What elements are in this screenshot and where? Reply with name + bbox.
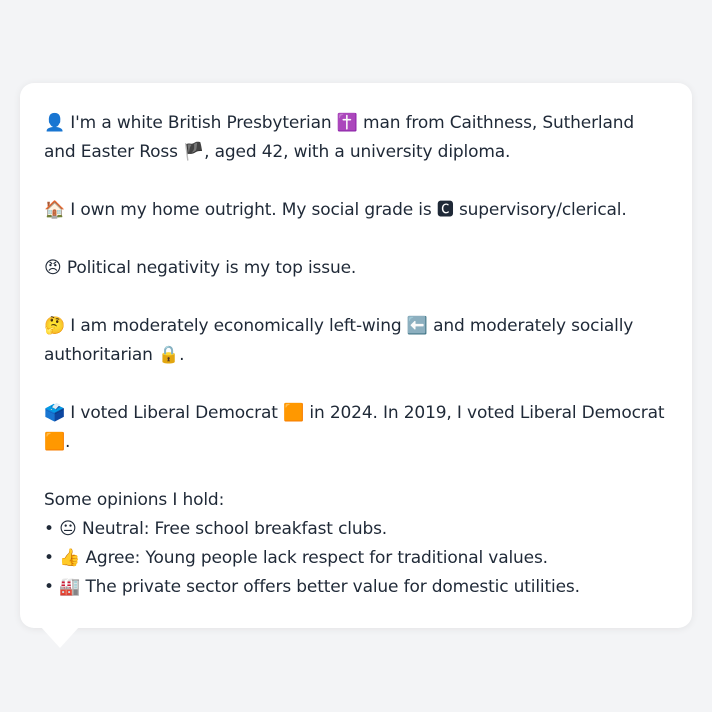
- orange-square-icon: 🟧: [44, 432, 66, 452]
- opinion-text: Neutral: Free school breakfast clubs.: [82, 519, 388, 539]
- opinion-text: The private sector offers better value f…: [85, 577, 580, 597]
- bubble-tail: [40, 626, 80, 648]
- angry-face-icon: 😠: [44, 258, 62, 278]
- home-paragraph: 🏠 I own my home outright. My social grad…: [44, 196, 668, 225]
- list-item: • 👍 Agree: Young people lack respect for…: [44, 544, 668, 573]
- ballot-box-icon: 🗳️: [44, 403, 66, 423]
- message-bubble: 👤 I'm a white British Presbyterian ✝️ ma…: [20, 83, 692, 628]
- votes-text-b: in 2024. In 2019, I voted Liberal Democr…: [309, 403, 665, 423]
- left-arrow-icon: ⬅️: [406, 316, 428, 336]
- home-text-b: supervisory/clerical.: [458, 200, 627, 220]
- home-text-a: I own my home outright. My social grade …: [70, 200, 432, 220]
- person-icon: 👤: [44, 113, 66, 133]
- issue-text: Political negativity is my top issue.: [66, 258, 357, 278]
- thinking-face-icon: 🤔: [44, 316, 66, 336]
- opinions-heading: Some opinions I hold:: [44, 490, 225, 510]
- bullet: •: [44, 577, 54, 597]
- lock-icon: 🔒: [158, 345, 180, 365]
- ideology-paragraph: 🤔 I am moderately economically left-wing…: [44, 312, 668, 370]
- neutral-face-icon: 😐: [59, 519, 77, 539]
- identity-text-a: I'm a white British Presbyterian: [70, 113, 332, 133]
- ideology-text-a: I am moderately economically left-wing: [70, 316, 402, 336]
- grade-c-icon: 🅲: [436, 200, 454, 220]
- votes-text-a: I voted Liberal Democrat: [70, 403, 278, 423]
- bullet: •: [44, 519, 54, 539]
- votes-text-c: .: [65, 432, 71, 452]
- orange-square-icon: 🟧: [283, 403, 305, 423]
- ideology-text-c: .: [179, 345, 185, 365]
- opinion-text: Agree: Young people lack respect for tra…: [85, 548, 548, 568]
- house-icon: 🏠: [44, 200, 66, 220]
- votes-paragraph: 🗳️ I voted Liberal Democrat 🟧 in 2024. I…: [44, 399, 668, 457]
- scotland-flag-icon: 🏴: [183, 142, 205, 162]
- list-item: • 😐 Neutral: Free school breakfast clubs…: [44, 515, 668, 544]
- identity-paragraph: 👤 I'm a white British Presbyterian ✝️ ma…: [44, 109, 668, 167]
- bullet: •: [44, 548, 54, 568]
- list-item: • 🏭 The private sector offers better val…: [44, 573, 668, 602]
- cross-icon: ✝️: [336, 113, 358, 133]
- opinions-section: Some opinions I hold: • 😐 Neutral: Free …: [44, 486, 668, 602]
- thumbs-up-icon: 👍: [59, 548, 81, 568]
- identity-text-c: , aged 42, with a university diploma.: [204, 142, 511, 162]
- factory-icon: 🏭: [59, 577, 81, 597]
- issue-paragraph: 😠 Political negativity is my top issue.: [44, 254, 668, 283]
